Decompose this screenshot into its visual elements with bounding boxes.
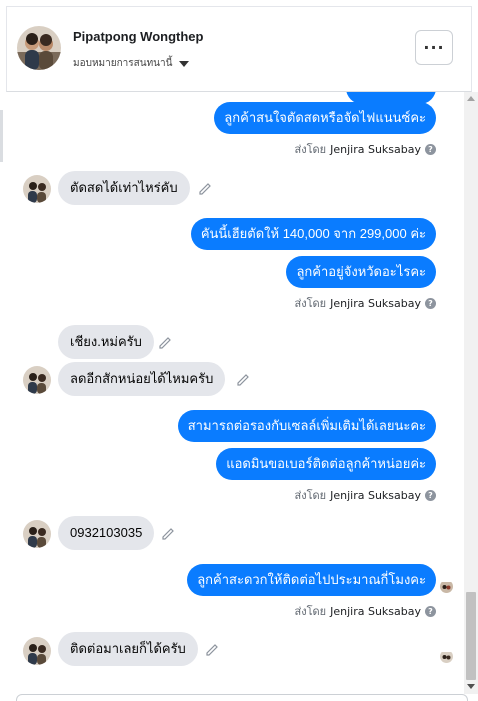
- message-outgoing: ลูกค้าสะดวกให้ติดต่อไปประมาณกี่โมงคะ: [187, 564, 436, 596]
- message-composer[interactable]: [16, 694, 468, 701]
- pencil-icon[interactable]: [205, 642, 219, 656]
- message-incoming: ลดอีกสักหน่อยได้ไหมครับ: [58, 362, 226, 396]
- message-incoming: เชียง.หม่ครับ: [58, 325, 154, 359]
- pencil-icon[interactable]: [161, 526, 175, 540]
- agent-name: Jenjira Suksabay: [330, 604, 421, 618]
- message-outgoing: สามารถต่อรองกับเซลล์เพิ่มเติมได้เลยนะคะ: [177, 410, 436, 442]
- contact-avatar[interactable]: [17, 26, 61, 70]
- help-icon[interactable]: ?: [425, 297, 436, 309]
- sent-by-label: ส่งโดย Jenjira Suksabay ?: [295, 140, 436, 158]
- sent-by-label: ส่งโดย Jenjira Suksabay ?: [295, 294, 436, 312]
- contact-name: Pipatpong Wongthep: [73, 29, 204, 44]
- pencil-icon[interactable]: [198, 181, 212, 195]
- caret-down-icon: [179, 60, 190, 67]
- left-panel-edge: [0, 110, 3, 162]
- assign-label: มอบหมายการสนทนานี้: [73, 58, 173, 69]
- pencil-icon[interactable]: [158, 335, 172, 349]
- contact-avatar-small: [23, 175, 51, 203]
- message-thread: ลูกค้าสนใจตัดสดหรือจัดไฟแนนซ์คะ ส่งโดย J…: [6, 92, 462, 694]
- pencil-icon[interactable]: [236, 372, 250, 386]
- help-icon[interactable]: ?: [425, 605, 436, 617]
- help-icon[interactable]: ?: [425, 489, 436, 501]
- seen-avatar: [440, 580, 453, 593]
- agent-name: Jenjira Suksabay: [330, 296, 421, 310]
- contact-avatar-small: [23, 366, 51, 394]
- contact-avatar-small: [23, 637, 51, 665]
- message-outgoing: ลูกค้าสนใจตัดสดหรือจัดไฟแนนซ์คะ: [214, 102, 436, 134]
- seen-avatar: [440, 650, 453, 663]
- scroll-down-arrow-icon[interactable]: [467, 684, 475, 689]
- contact-avatar-small: [23, 520, 51, 548]
- agent-name: Jenjira Suksabay: [330, 488, 421, 502]
- scroll-up-arrow-icon[interactable]: [467, 96, 475, 101]
- conversation-header: Pipatpong Wongthep มอบหมายการสนทนานี้ ··…: [6, 6, 472, 92]
- message-incoming: ตัดสดได้เท่าไหร่คับ: [58, 171, 190, 205]
- message-incoming: 0932103035: [58, 516, 155, 550]
- scrollbar-thumb[interactable]: [466, 592, 476, 680]
- assign-conversation-dropdown[interactable]: มอบหมายการสนทนานี้: [73, 56, 190, 71]
- message-outgoing: แอดมินขอเบอร์ติดต่อลูกค้าหน่อยค่ะ: [216, 448, 436, 480]
- sent-by-label: ส่งโดย Jenjira Suksabay ?: [295, 602, 436, 620]
- help-icon[interactable]: ?: [425, 143, 436, 155]
- more-options-button[interactable]: ···: [415, 30, 453, 65]
- message-outgoing: คันนี้เฮียตัดให้ 140,000 จาก 299,000 ค่ะ: [190, 218, 436, 250]
- message-incoming: ติดต่อมาเลยก็ได้ครับ: [58, 632, 198, 666]
- agent-name: Jenjira Suksabay: [330, 142, 421, 156]
- sent-by-label: ส่งโดย Jenjira Suksabay ?: [295, 486, 436, 504]
- message-outgoing: ลูกค้าอยู่จังหวัดอะไรคะ: [286, 256, 436, 288]
